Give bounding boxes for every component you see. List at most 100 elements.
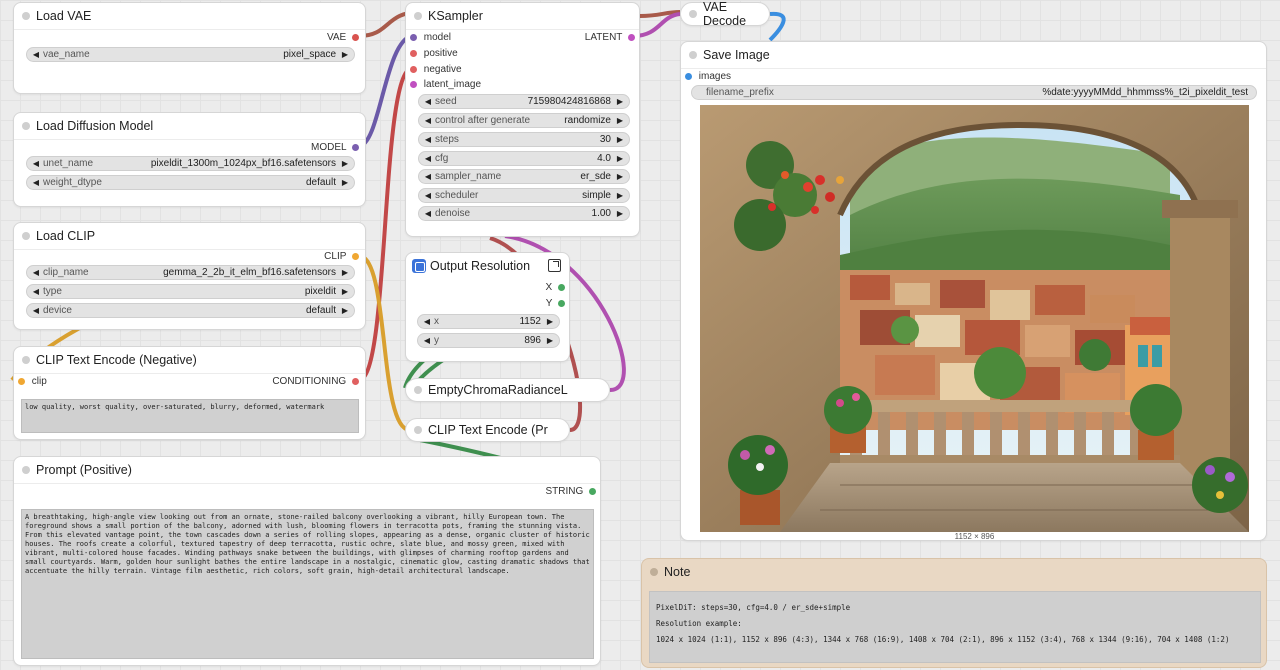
node-collapse-dot[interactable] xyxy=(22,356,30,364)
empty-chroma-title-bar[interactable]: EmptyChromaRadianceL xyxy=(406,379,609,401)
positive-input-socket[interactable] xyxy=(410,49,417,57)
denoise-number-widget[interactable]: ◀ denoise 1.00 ▶ xyxy=(418,206,630,221)
decrement-arrow-icon[interactable]: ◀ xyxy=(422,317,432,326)
next-arrow-icon[interactable]: ▶ xyxy=(340,306,350,315)
increment-arrow-icon[interactable]: ▶ xyxy=(545,336,555,345)
decrement-arrow-icon[interactable]: ◀ xyxy=(423,97,433,106)
clip-text-encode-negative-node[interactable]: CLIP Text Encode (Negative) clip CONDITI… xyxy=(13,346,366,440)
clip-text-encode-positive-node[interactable]: CLIP Text Encode (Pr xyxy=(405,418,570,442)
latent-input-socket[interactable] xyxy=(410,80,417,88)
prompt-positive-node[interactable]: Prompt (Positive) STRING A breathtaking,… xyxy=(13,456,601,666)
vae-decode-title-bar[interactable]: VAE Decode xyxy=(681,0,769,28)
vae-decode-node[interactable]: VAE Decode xyxy=(680,0,770,28)
images-input-socket[interactable] xyxy=(685,72,692,80)
load-clip-title-bar[interactable]: Load CLIP xyxy=(14,223,365,249)
next-arrow-icon[interactable]: ▶ xyxy=(340,268,350,277)
prev-arrow-icon[interactable]: ◀ xyxy=(423,116,433,125)
control-after-generate-combo[interactable]: ◀ control after generate randomize ▶ xyxy=(418,113,630,128)
prev-arrow-icon[interactable]: ◀ xyxy=(423,172,433,181)
prev-arrow-icon[interactable]: ◀ xyxy=(31,287,41,296)
increment-arrow-icon[interactable]: ▶ xyxy=(545,317,555,326)
next-arrow-icon[interactable]: ▶ xyxy=(340,178,350,187)
expand-icon[interactable] xyxy=(548,259,561,272)
prev-arrow-icon[interactable]: ◀ xyxy=(31,178,41,187)
cfg-number-widget[interactable]: ◀ cfg 4.0 ▶ xyxy=(418,151,630,166)
conditioning-output-socket[interactable] xyxy=(352,377,359,385)
latent-image-input[interactable]: latent_image xyxy=(410,78,481,92)
x-number-widget[interactable]: ◀ x 1152 ▶ xyxy=(417,314,560,329)
prev-arrow-icon[interactable]: ◀ xyxy=(31,159,41,168)
load-diffusion-model-node[interactable]: Load Diffusion Model MODEL ◀ unet_name p… xyxy=(13,112,366,207)
load-vae-title-bar[interactable]: Load VAE xyxy=(14,3,365,29)
steps-number-widget[interactable]: ◀ steps 30 ▶ xyxy=(418,132,630,147)
latent-output-socket[interactable] xyxy=(628,33,635,41)
decrement-arrow-icon[interactable]: ◀ xyxy=(422,336,432,345)
model-output-socket[interactable] xyxy=(352,143,359,151)
positive-prompt-text-area[interactable]: A breathtaking, high-angle view looking … xyxy=(21,509,594,659)
model-input-socket[interactable] xyxy=(410,33,417,41)
clip-output[interactable]: CLIP xyxy=(324,250,359,264)
node-collapse-dot[interactable] xyxy=(22,466,30,474)
negative-text-area[interactable]: low quality, worst quality, over-saturat… xyxy=(21,399,359,433)
empty-chroma-radiance-node[interactable]: EmptyChromaRadianceL xyxy=(405,378,610,402)
scheduler-combo[interactable]: ◀ scheduler simple ▶ xyxy=(418,188,630,203)
conditioning-output[interactable]: CONDITIONING xyxy=(272,375,359,389)
prev-arrow-icon[interactable]: ◀ xyxy=(31,268,41,277)
node-collapse-dot[interactable] xyxy=(22,122,30,130)
sampler-name-combo[interactable]: ◀ sampler_name er_sde ▶ xyxy=(418,169,630,184)
load-clip-node[interactable]: Load CLIP CLIP ◀ clip_name gemma_2_2b_it… xyxy=(13,222,366,330)
unet-name-combo[interactable]: ◀ unet_name pixeldit_1300m_1024px_bf16.s… xyxy=(26,156,355,171)
y-output-socket[interactable] xyxy=(558,299,565,307)
load-vae-node[interactable]: Load VAE VAE ◀ vae_name pixel_space ▶ xyxy=(13,2,366,94)
node-collapse-dot[interactable] xyxy=(22,232,30,240)
negative-input[interactable]: negative xyxy=(410,63,462,77)
generated-image-preview[interactable] xyxy=(700,105,1249,532)
increment-arrow-icon[interactable]: ▶ xyxy=(615,209,625,218)
clip-neg-title-bar[interactable]: CLIP Text Encode (Negative) xyxy=(14,347,365,373)
prompt-positive-title-bar[interactable]: Prompt (Positive) xyxy=(14,457,600,483)
clip-input[interactable]: clip xyxy=(18,375,47,389)
node-collapse-dot[interactable] xyxy=(414,12,422,20)
increment-arrow-icon[interactable]: ▶ xyxy=(615,135,625,144)
ksampler-node[interactable]: KSampler model positive negative latent_… xyxy=(405,2,640,237)
node-collapse-dot[interactable] xyxy=(650,568,658,576)
next-arrow-icon[interactable]: ▶ xyxy=(615,116,625,125)
string-output[interactable]: STRING xyxy=(545,485,596,499)
node-collapse-dot[interactable] xyxy=(689,51,697,59)
model-output[interactable]: MODEL xyxy=(311,141,359,155)
y-number-widget[interactable]: ◀ y 896 ▶ xyxy=(417,333,560,348)
note-title-bar[interactable]: Note xyxy=(642,559,1266,585)
decrement-arrow-icon[interactable]: ◀ xyxy=(423,135,433,144)
prev-arrow-icon[interactable]: ◀ xyxy=(423,191,433,200)
vae-output-socket[interactable] xyxy=(352,33,359,41)
filename-prefix-field[interactable]: filename_prefix %date:yyyyMMdd_hhmmss%_t… xyxy=(691,85,1257,100)
node-collapse-dot[interactable] xyxy=(414,426,422,434)
output-resolution-node[interactable]: Output Resolution X Y ◀ x 1152 ▶ ◀ y 896… xyxy=(405,252,570,362)
load-diffusion-title-bar[interactable]: Load Diffusion Model xyxy=(14,113,365,139)
clip-type-combo[interactable]: ◀ type pixeldit ▶ xyxy=(26,284,355,299)
note-node[interactable]: Note PixelDiT: steps=30, cfg=4.0 / er_sd… xyxy=(641,558,1267,668)
next-arrow-icon[interactable]: ▶ xyxy=(615,172,625,181)
ksampler-title-bar[interactable]: KSampler xyxy=(406,3,639,29)
x-output[interactable]: X xyxy=(546,281,565,295)
weight-dtype-combo[interactable]: ◀ weight_dtype default ▶ xyxy=(26,175,355,190)
clip-name-combo[interactable]: ◀ clip_name gemma_2_2b_it_elm_bf16.safet… xyxy=(26,265,355,280)
vae-name-combo[interactable]: ◀ vae_name pixel_space ▶ xyxy=(26,47,355,62)
vae-output[interactable]: VAE xyxy=(327,31,359,45)
negative-input-socket[interactable] xyxy=(410,65,417,73)
prev-arrow-icon[interactable]: ◀ xyxy=(31,50,41,59)
next-arrow-icon[interactable]: ▶ xyxy=(340,50,350,59)
clip-input-socket[interactable] xyxy=(18,377,25,385)
next-arrow-icon[interactable]: ▶ xyxy=(615,191,625,200)
string-output-socket[interactable] xyxy=(589,487,596,495)
node-collapse-dot[interactable] xyxy=(689,10,697,18)
decrement-arrow-icon[interactable]: ◀ xyxy=(423,154,433,163)
decrement-arrow-icon[interactable]: ◀ xyxy=(423,209,433,218)
save-image-title-bar[interactable]: Save Image xyxy=(681,42,1266,68)
clip-pos-title-bar[interactable]: CLIP Text Encode (Pr xyxy=(406,419,569,441)
clip-device-combo[interactable]: ◀ device default ▶ xyxy=(26,303,355,318)
increment-arrow-icon[interactable]: ▶ xyxy=(615,97,625,106)
node-collapse-dot[interactable] xyxy=(414,386,422,394)
positive-input[interactable]: positive xyxy=(410,47,458,61)
images-input[interactable]: images xyxy=(685,70,731,84)
